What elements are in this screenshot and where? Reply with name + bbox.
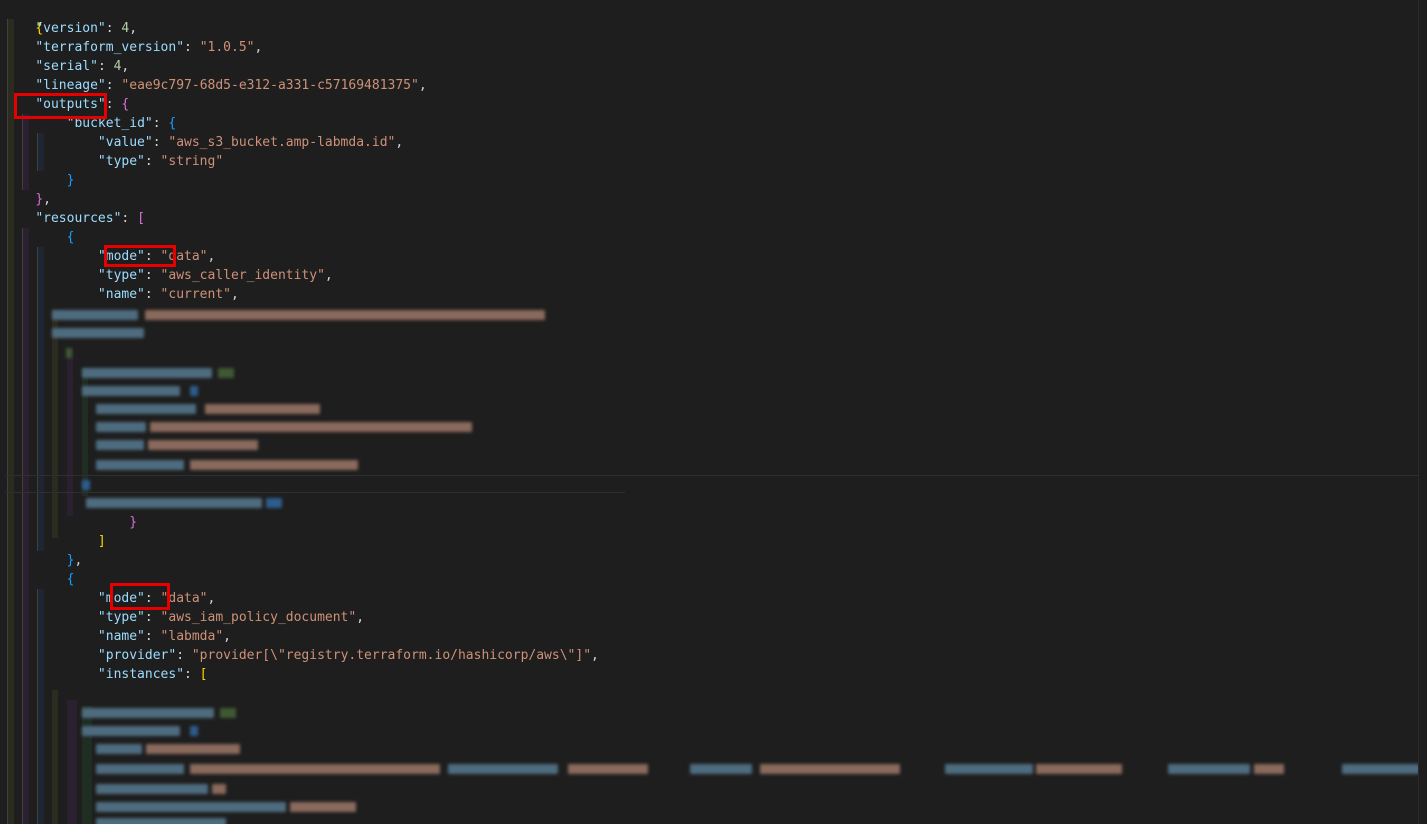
redacted-text (52, 310, 138, 320)
redacted-text (82, 386, 180, 396)
highlight-box-mode-data (110, 583, 170, 610)
code-line: "version": 4, (35, 21, 138, 36)
code-line: }, (35, 192, 51, 207)
redacted-text (266, 498, 282, 508)
redacted-text (96, 764, 184, 774)
bracket-scope (52, 690, 58, 824)
redacted-text (82, 480, 90, 490)
redacted-text (190, 764, 440, 774)
json-string: "provider[\"registry.terraform.io/hashic… (191, 648, 592, 663)
code-line: } (129, 515, 138, 530)
redacted-text (568, 764, 648, 774)
code-line: "name": "current", (97, 287, 239, 302)
highlight-box-mode-data (104, 245, 176, 267)
redacted-text (205, 404, 320, 414)
redacted-text (190, 726, 198, 736)
redacted-text (690, 764, 752, 774)
json-key: "type" (97, 154, 145, 169)
bracket-scope (67, 348, 73, 516)
redacted-text (146, 744, 240, 754)
redacted-text (290, 802, 356, 812)
json-key: "serial" (35, 59, 98, 74)
json-key: "resources" (35, 211, 122, 226)
json-key: "version" (35, 21, 106, 36)
redacted-text (66, 348, 72, 358)
redacted-text (945, 764, 1033, 774)
redacted-text (96, 784, 208, 794)
json-key: "instances" (97, 667, 185, 682)
json-string: "aws_s3_bucket.amp-labmda.id" (168, 135, 396, 150)
highlight-box-outputs (14, 93, 107, 119)
code-line: "type": "aws_iam_policy_document", (97, 610, 365, 625)
redacted-text (212, 784, 226, 794)
redacted-text (82, 368, 212, 378)
redacted-text (1254, 764, 1284, 774)
json-key: "type" (97, 610, 145, 625)
redacted-text (190, 386, 198, 396)
redacted-text (448, 764, 558, 774)
redacted-text (96, 460, 184, 470)
json-key: "type" (97, 268, 145, 283)
redacted-text (96, 404, 196, 414)
redacted-text (86, 498, 262, 508)
code-editor[interactable]: { "version": 4, "terraform_version": "1.… (0, 0, 1427, 824)
code-line: "type": "aws_caller_identity", (97, 268, 333, 283)
json-string: "eae9c797-68d5-e312-a331-c57169481375" (121, 78, 419, 93)
code-line: } (66, 173, 75, 188)
code-line: "resources": [ (35, 211, 145, 226)
redacted-text (218, 368, 234, 378)
code-line: "name": "labmda", (97, 629, 231, 644)
json-string: "1.0.5" (199, 40, 255, 55)
json-key: "name" (97, 287, 145, 302)
json-string: "aws_iam_policy_document" (160, 610, 357, 625)
current-line-border (5, 475, 1427, 476)
redacted-text (82, 708, 214, 718)
json-string: "current" (160, 287, 231, 302)
redacted-text (96, 818, 226, 824)
redacted-text (760, 764, 900, 774)
code-line: "instances": [ (97, 667, 208, 682)
code-line: "terraform_version": "1.0.5", (35, 40, 263, 55)
vertical-scrollbar[interactable] (1418, 0, 1427, 824)
current-line-border (5, 492, 625, 493)
code-line: "value": "aws_s3_bucket.amp-labmda.id", (97, 135, 404, 150)
json-string: "string" (160, 154, 224, 169)
redacted-text (96, 744, 142, 754)
redacted-text (52, 328, 144, 338)
code-line: "provider": "provider[\"registry.terrafo… (97, 648, 599, 663)
json-key: "terraform_version" (35, 40, 185, 55)
json-string: "aws_caller_identity" (160, 268, 325, 283)
code-line: ] (97, 534, 106, 549)
code-line: { (4, 0, 43, 36)
redacted-text (148, 440, 258, 450)
bracket-scope (52, 310, 58, 538)
redacted-text (220, 708, 236, 718)
bracket-scope (82, 706, 92, 824)
json-key: "lineage" (35, 78, 106, 93)
redacted-text (1342, 764, 1420, 774)
code-line: }, (66, 553, 83, 568)
json-string: "labmda" (160, 629, 224, 644)
redacted-text (190, 460, 358, 470)
redacted-text (1168, 764, 1250, 774)
code-line: "serial": 4, (35, 59, 130, 74)
redacted-text (150, 422, 472, 432)
json-key: "provider" (97, 648, 177, 663)
redacted-text (1036, 764, 1122, 774)
bracket-scope (67, 700, 77, 824)
code-line: { (66, 230, 75, 245)
redacted-text (145, 310, 545, 320)
json-key: "value" (97, 135, 153, 150)
redacted-text (82, 726, 180, 736)
redacted-text (96, 802, 286, 812)
redacted-text (96, 440, 144, 450)
code-line: "type": "string" (97, 154, 224, 169)
code-line: { (66, 572, 75, 587)
json-key: "name" (97, 629, 145, 644)
redacted-text (96, 422, 146, 432)
